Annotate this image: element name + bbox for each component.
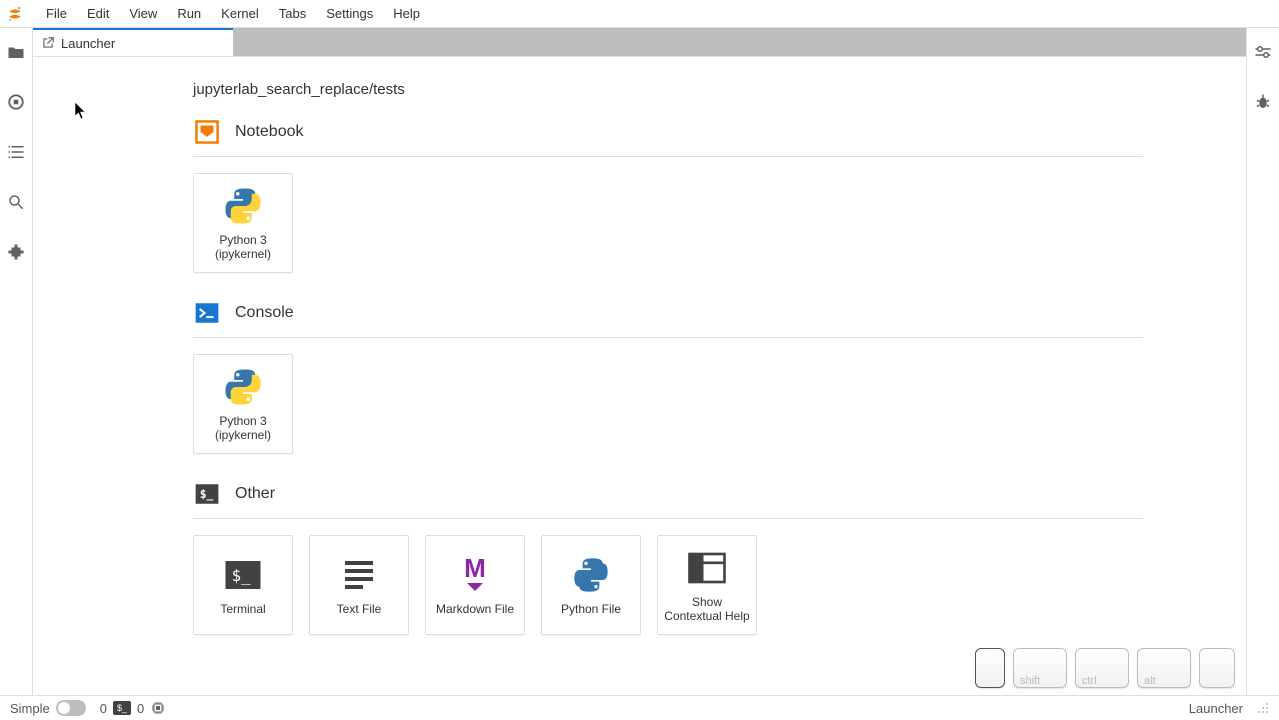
menu-settings[interactable]: Settings <box>316 2 383 25</box>
markdown-icon: M <box>454 554 496 596</box>
card-markdown-file[interactable]: M Markdown File <box>425 535 525 635</box>
key-blank <box>1199 648 1235 688</box>
count: 0 <box>100 701 107 716</box>
menu-run[interactable]: Run <box>167 2 211 25</box>
extensions-icon[interactable] <box>6 242 26 262</box>
running-terminals-icon[interactable] <box>6 92 26 112</box>
toggle-switch[interactable] <box>56 700 86 716</box>
tab-label: Launcher <box>61 36 115 51</box>
jupyter-logo-icon <box>6 5 24 23</box>
file-browser-icon[interactable] <box>6 42 26 62</box>
svg-text:$_: $_ <box>200 487 214 501</box>
property-inspector-icon[interactable] <box>1253 42 1273 62</box>
card-label: Python 3 (ipykernel) <box>200 233 286 262</box>
section-title: Notebook <box>235 123 304 141</box>
section-title: Other <box>235 485 275 503</box>
resize-grip-icon <box>1257 702 1269 714</box>
key-shift: shift <box>1013 648 1067 688</box>
tabbar: Launcher <box>33 28 1246 56</box>
count: 0 <box>137 701 144 716</box>
card-text-file[interactable]: Text File <box>309 535 409 635</box>
search-icon[interactable] <box>6 192 26 212</box>
card-label: Markdown File <box>436 602 514 616</box>
running-kernels-count[interactable]: 0 $_ 0 <box>100 700 166 716</box>
menu-kernel[interactable]: Kernel <box>211 2 269 25</box>
breadcrumb: jupyterlab_search_replace/tests <box>193 81 1246 98</box>
status-right-label: Launcher <box>1189 701 1243 716</box>
right-activity-bar <box>1246 28 1279 695</box>
text-file-icon <box>338 554 380 596</box>
card-console-python3[interactable]: Python 3 (ipykernel) <box>193 354 293 454</box>
notebook-section-icon <box>193 118 221 146</box>
terminal-section-icon: $_ <box>193 480 221 508</box>
card-terminal[interactable]: $_ Terminal <box>193 535 293 635</box>
key-ctrl: ctrl <box>1075 648 1129 688</box>
menu-help[interactable]: Help <box>383 2 430 25</box>
card-label: Show Contextual Help <box>664 595 750 624</box>
terminal-icon: $_ <box>222 554 264 596</box>
python-icon <box>222 366 264 408</box>
menu-file[interactable]: File <box>36 2 77 25</box>
card-label: Terminal <box>220 602 265 616</box>
key-blank <box>975 648 1005 688</box>
tab-launcher[interactable]: Launcher <box>33 28 233 56</box>
section-notebook: Notebook Python 3 (ipykernel) <box>193 118 1143 273</box>
launcher-body: jupyterlab_search_replace/tests Notebook… <box>33 56 1246 695</box>
menubar: File Edit View Run Kernel Tabs Settings … <box>0 0 1279 28</box>
section-console: Console Python 3 (ipykernel) <box>193 299 1143 454</box>
card-contextual-help[interactable]: Show Contextual Help <box>657 535 757 635</box>
card-label: Text File <box>337 602 382 616</box>
toc-icon[interactable] <box>6 142 26 162</box>
card-notebook-python3[interactable]: Python 3 (ipykernel) <box>193 173 293 273</box>
kernel-status-icon <box>150 700 166 716</box>
left-activity-bar <box>0 28 33 695</box>
python-icon <box>570 554 612 596</box>
svg-text:$_: $_ <box>232 566 251 585</box>
simple-mode-toggle[interactable]: Simple <box>10 700 86 716</box>
menu-view[interactable]: View <box>119 2 167 25</box>
external-link-icon <box>41 36 55 50</box>
menu-tabs[interactable]: Tabs <box>269 2 316 25</box>
modifier-keys-overlay: shift ctrl alt <box>975 648 1235 688</box>
section-title: Console <box>235 304 294 322</box>
terminal-status-icon: $_ <box>113 701 131 715</box>
python-icon <box>222 185 264 227</box>
key-alt: alt <box>1137 648 1191 688</box>
simple-label: Simple <box>10 701 50 716</box>
console-section-icon <box>193 299 221 327</box>
card-python-file[interactable]: Python File <box>541 535 641 635</box>
statusbar: Simple 0 $_ 0 Launcher <box>0 696 1279 720</box>
card-label: Python 3 (ipykernel) <box>200 414 286 443</box>
contextual-help-icon <box>686 547 728 589</box>
card-label: Python File <box>561 602 621 616</box>
menu-edit[interactable]: Edit <box>77 2 119 25</box>
section-other: $_ Other $_ Terminal Te <box>193 480 1143 635</box>
debugger-icon[interactable] <box>1253 92 1273 112</box>
svg-text:M: M <box>464 555 486 583</box>
